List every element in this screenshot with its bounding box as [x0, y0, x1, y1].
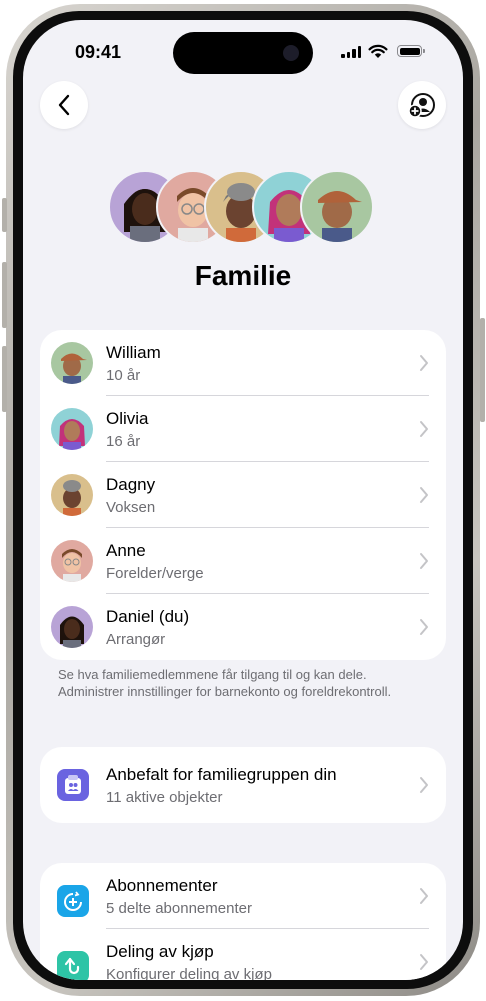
status-time: 09:41	[75, 42, 122, 62]
sharing-title: Abonnementer	[106, 876, 218, 895]
member-role: Arrangør	[106, 631, 166, 648]
sharing-subtitle: 5 delte abonnementer	[106, 900, 252, 917]
member-name: Daniel (du)	[106, 607, 190, 626]
memoji-avatar	[300, 170, 374, 244]
member-row-william[interactable]: William 10 år	[40, 330, 446, 396]
chevron-right-icon	[420, 421, 428, 437]
member-role: Forelder/verge	[106, 565, 204, 582]
status-bar: 09:41	[23, 20, 463, 80]
back-button[interactable]	[40, 81, 88, 129]
avatar	[51, 342, 93, 384]
chevron-right-icon	[420, 954, 428, 970]
sharing-subtitle: Konfigurer deling av kjøp	[106, 966, 272, 980]
avatar	[51, 606, 93, 648]
side-button	[480, 318, 485, 422]
members-footer-text: Se hva familiemedlemmene får tilgang til…	[58, 667, 392, 699]
member-row-daniel[interactable]: Daniel (du) Arrangør	[40, 594, 446, 660]
chevron-right-icon	[420, 619, 428, 635]
avatar	[51, 474, 93, 516]
sharing-title: Deling av kjøp	[106, 942, 214, 961]
add-member-button[interactable]	[398, 81, 446, 129]
action-button	[2, 198, 7, 232]
member-role: 16 år	[106, 433, 141, 450]
chevron-left-icon	[58, 94, 70, 116]
recommended-row[interactable]: Anbefalt for familiegruppen din 11 aktiv…	[40, 752, 446, 818]
dynamic-island	[173, 32, 313, 74]
family-checklist-icon	[57, 769, 89, 801]
member-row-olivia[interactable]: Olivia 16 år	[40, 396, 446, 462]
chevron-right-icon	[420, 777, 428, 793]
subscriptions-row[interactable]: Abonnementer 5 delte abonnementer	[40, 863, 446, 929]
family-avatars	[108, 170, 378, 244]
member-role: Voksen	[106, 499, 156, 516]
chevron-right-icon	[420, 553, 428, 569]
battery-icon	[397, 45, 425, 57]
member-name: Dagny	[106, 475, 156, 494]
screen: 09:41 Familie William 10 år Olivia 16 år…	[23, 20, 463, 980]
sharing-list: Abonnementer 5 delte abonnementer Deling…	[40, 863, 446, 980]
member-row-anne[interactable]: Anne Forelder/verge	[40, 528, 446, 594]
member-name: Olivia	[106, 409, 149, 428]
subscriptions-icon	[57, 885, 89, 917]
wifi-icon	[368, 44, 388, 58]
purchase-sharing-icon	[57, 951, 89, 980]
chevron-right-icon	[420, 888, 428, 904]
avatar	[51, 408, 93, 450]
chevron-right-icon	[420, 355, 428, 371]
person-add-icon	[408, 93, 435, 118]
purchase-sharing-row[interactable]: Deling av kjøp Konfigurer deling av kjøp	[40, 929, 446, 980]
avatar	[51, 540, 93, 582]
members-list: William 10 år Olivia 16 år Dagny Voksen	[40, 330, 446, 660]
member-name: William	[106, 343, 161, 362]
recommended-card[interactable]: Anbefalt for familiegruppen din 11 aktiv…	[40, 747, 446, 823]
chevron-right-icon	[420, 487, 428, 503]
volume-down-button	[2, 346, 7, 412]
volume-up-button	[2, 262, 7, 328]
cellular-signal-icon	[341, 46, 363, 58]
page-title: Familie	[194, 260, 292, 291]
camera-icon	[283, 45, 299, 61]
recommended-subtitle: 11 aktive objekter	[106, 789, 223, 806]
member-row-dagny[interactable]: Dagny Voksen	[40, 462, 446, 528]
member-role: 10 år	[106, 367, 141, 384]
member-name: Anne	[106, 541, 146, 560]
recommended-title: Anbefalt for familiegruppen din	[106, 765, 337, 784]
